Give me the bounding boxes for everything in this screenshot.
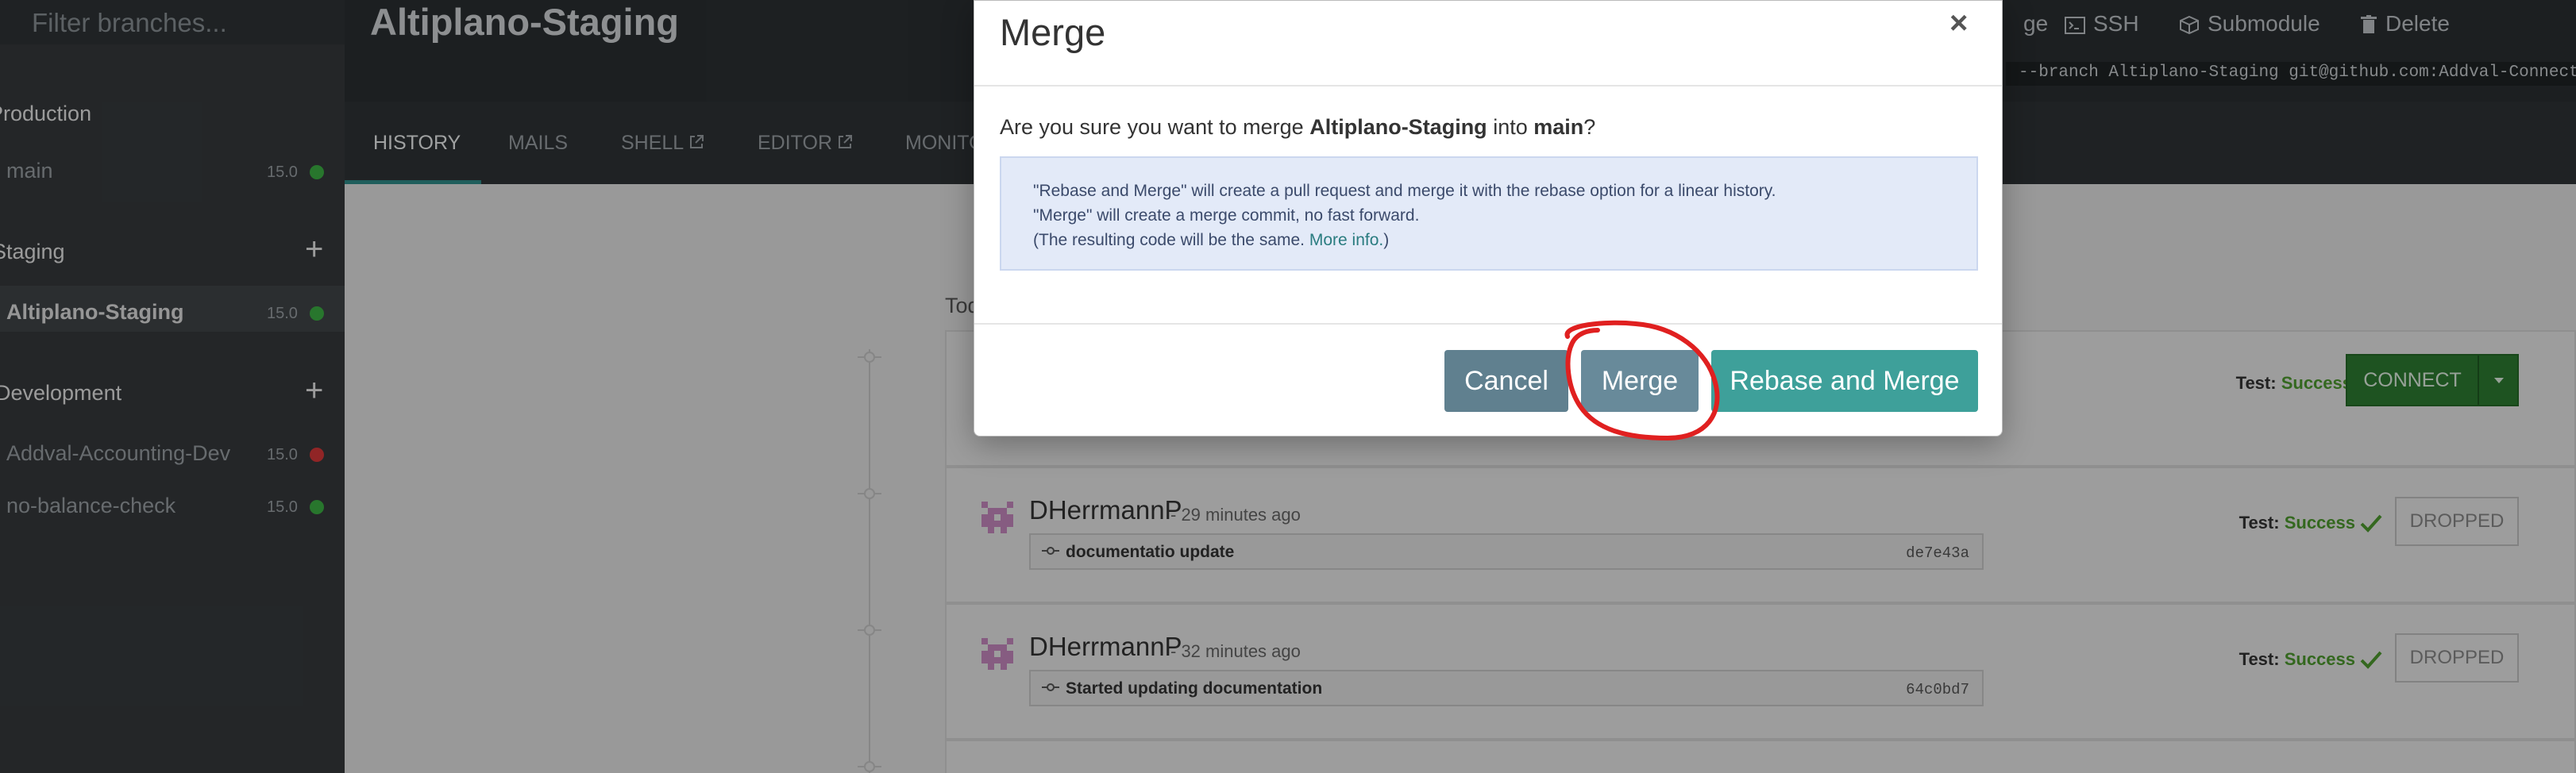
- cancel-button[interactable]: Cancel: [1444, 350, 1568, 412]
- info-line: "Merge" will create a merge commit, no f…: [1033, 206, 1420, 225]
- target-branch: main: [1533, 115, 1584, 139]
- divider: [974, 323, 2002, 325]
- info-line: (The resulting code will be the same. Mo…: [1033, 231, 1390, 249]
- divider: [974, 85, 2002, 87]
- close-icon[interactable]: ×: [1949, 6, 1968, 41]
- source-branch: Altiplano-Staging: [1309, 115, 1487, 139]
- merge-question: Are you sure you want to merge Altiplano…: [1000, 115, 1596, 139]
- more-info-link[interactable]: More info.: [1309, 231, 1383, 249]
- rebase-and-merge-button[interactable]: Rebase and Merge: [1711, 350, 1978, 412]
- merge-dialog: Merge × Are you sure you want to merge A…: [974, 0, 2003, 436]
- dialog-title: Merge: [1000, 11, 1106, 53]
- merge-info-alert: "Rebase and Merge" will create a pull re…: [1000, 156, 1978, 271]
- merge-button[interactable]: Merge: [1581, 350, 1699, 412]
- info-line: "Rebase and Merge" will create a pull re…: [1033, 182, 1776, 200]
